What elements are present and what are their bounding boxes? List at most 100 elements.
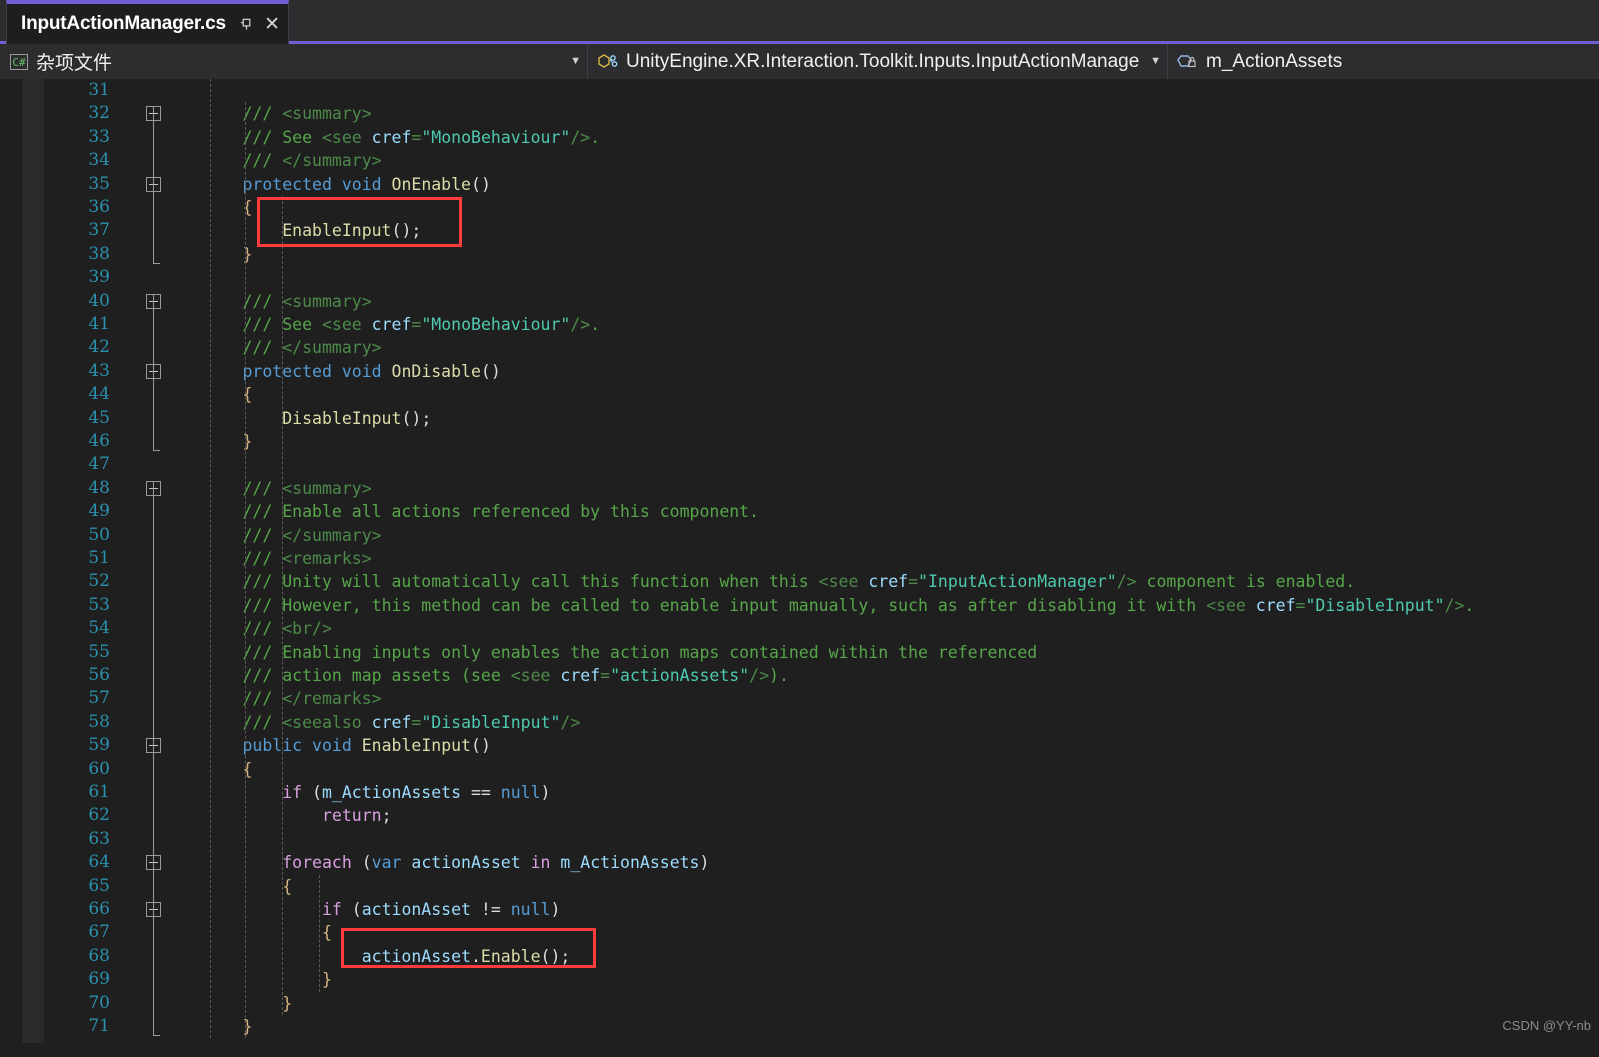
- watermark: CSDN @YY-nb: [1502, 1018, 1591, 1033]
- code-line-text: }: [282, 993, 293, 1013]
- line-number: 53: [88, 594, 110, 615]
- code-line[interactable]: 68 actionAsset.Enable();: [0, 945, 1599, 968]
- code-line[interactable]: 44 {: [0, 383, 1599, 406]
- line-number: 41: [88, 314, 110, 334]
- code-line[interactable]: 45 DisableInput();: [0, 407, 1599, 430]
- navbar-member-dropdown[interactable]: m_ActionAssets: [1168, 44, 1599, 79]
- code-line-text: }: [242, 244, 253, 264]
- code-line[interactable]: 66 if (actionAsset != null): [0, 898, 1599, 921]
- code-line[interactable]: 40 /// <summary>: [0, 290, 1599, 313]
- code-line[interactable]: 38 }: [0, 243, 1599, 266]
- code-line[interactable]: 71 }: [0, 1015, 1599, 1038]
- navbar-type-dropdown[interactable]: UnityEngine.XR.Interaction.Toolkit.Input…: [588, 44, 1168, 79]
- code-line[interactable]: 48 /// <summary>: [0, 477, 1599, 500]
- code-line[interactable]: 42 /// </summary>: [0, 336, 1599, 359]
- chevron-down-icon[interactable]: ▼: [560, 56, 581, 67]
- line-number: 52: [88, 571, 110, 592]
- code-line[interactable]: 50 /// </summary>: [0, 524, 1599, 547]
- code-line[interactable]: 57 /// </remarks>: [0, 687, 1599, 710]
- code-line-text: {: [321, 923, 332, 943]
- code-line-text: protected void OnEnable(): [242, 174, 491, 194]
- code-line[interactable]: 37 EnableInput();: [0, 219, 1599, 242]
- code-line[interactable]: 63: [0, 828, 1599, 851]
- code-line-text: /// action map assets (see <see cref="ac…: [242, 666, 789, 685]
- code-line[interactable]: 35 protected void OnEnable(): [0, 173, 1599, 196]
- code-line[interactable]: 58 /// <seealso cref="DisableInput"/>: [0, 711, 1599, 734]
- line-number: 67: [88, 922, 110, 943]
- line-number: 35: [88, 173, 110, 194]
- close-icon[interactable]: ✕: [264, 15, 280, 34]
- code-line[interactable]: 59 public void EnableInput(): [0, 734, 1599, 757]
- navigation-bar: C# 杂项文件 ▼ UnityEngine.XR.Interaction.Too…: [0, 44, 1599, 79]
- code-line[interactable]: 36 {: [0, 196, 1599, 219]
- code-line-text: actionAsset.Enable();: [361, 946, 571, 966]
- line-number: 56: [88, 665, 110, 685]
- line-number: 42: [88, 337, 110, 358]
- code-line[interactable]: 62 return;: [0, 804, 1599, 827]
- code-line-text: /// <br/>: [242, 619, 332, 639]
- indent-guide: [319, 874, 320, 992]
- code-line[interactable]: 65 {: [0, 875, 1599, 898]
- code-surface[interactable]: 31 32 /// <summary> 33 /// See <see cref="…: [0, 79, 1599, 1057]
- code-line[interactable]: 51 /// <remarks>: [0, 547, 1599, 570]
- line-number: 44: [88, 384, 110, 405]
- code-line[interactable]: 56 /// action map assets (see <see cref=…: [0, 664, 1599, 687]
- code-line-text: /// <seealso cref="DisableInput"/>: [242, 712, 581, 732]
- code-line-text: EnableInput();: [282, 221, 422, 241]
- line-number: 55: [88, 641, 110, 662]
- code-line[interactable]: 60 {: [0, 758, 1599, 781]
- code-line[interactable]: 47: [0, 453, 1599, 476]
- code-line-text: /// </summary>: [242, 338, 382, 358]
- indent-guide: [210, 79, 211, 1039]
- navbar-member-label: m_ActionAssets: [1206, 50, 1343, 72]
- code-line[interactable]: 43 protected void OnDisable(): [0, 360, 1599, 383]
- code-line-text: }: [242, 1017, 253, 1036]
- code-line-text: {: [242, 759, 253, 779]
- line-number: 32: [88, 103, 110, 124]
- code-line[interactable]: 34 /// </summary>: [0, 149, 1599, 172]
- code-line[interactable]: 54 /// <br/>: [0, 617, 1599, 640]
- indent-guide: [282, 196, 283, 1015]
- line-number: 46: [88, 431, 110, 451]
- code-line[interactable]: 49 /// Enable all actions referenced by …: [0, 500, 1599, 523]
- code-line[interactable]: 53 /// However, this method can be calle…: [0, 594, 1599, 617]
- line-number: 36: [88, 197, 110, 217]
- line-number: 70: [88, 992, 110, 1013]
- code-line-text: /// <summary>: [242, 104, 372, 124]
- line-number: 43: [88, 360, 110, 381]
- line-number: 61: [88, 782, 110, 802]
- line-number: 48: [88, 477, 110, 498]
- code-line[interactable]: 67 {: [0, 921, 1599, 944]
- code-line[interactable]: 33 /// See <see cref="MonoBehaviour"/>.: [0, 126, 1599, 149]
- navbar-project-dropdown[interactable]: C# 杂项文件 ▼: [0, 44, 588, 79]
- code-line[interactable]: 39: [0, 266, 1599, 289]
- code-line-text: {: [242, 385, 253, 405]
- code-line[interactable]: 61 if (m_ActionAssets == null): [0, 781, 1599, 804]
- code-line-text: public void EnableInput(): [242, 736, 491, 756]
- editor-tab-input-action-manager[interactable]: InputActionManager.cs ✕: [6, 0, 289, 44]
- code-line[interactable]: 70 }: [0, 992, 1599, 1015]
- code-line[interactable]: 55 /// Enabling inputs only enables the …: [0, 641, 1599, 664]
- code-line[interactable]: 31: [0, 79, 1599, 102]
- code-line-text: /// <remarks>: [242, 549, 372, 568]
- code-line[interactable]: 32 /// <summary>: [0, 102, 1599, 125]
- class-icon: [597, 52, 619, 72]
- chevron-down-icon[interactable]: ▼: [1140, 56, 1161, 67]
- code-line-text: {: [242, 198, 253, 217]
- code-line[interactable]: 69 }: [0, 968, 1599, 991]
- line-number: 49: [88, 501, 110, 522]
- code-line[interactable]: 52 /// Unity will automatically call thi…: [0, 570, 1599, 593]
- svg-text:C#: C#: [12, 56, 26, 69]
- line-number: 54: [88, 618, 110, 639]
- line-number: 58: [88, 711, 110, 732]
- pin-icon[interactable]: [239, 17, 254, 32]
- code-line-text: }: [242, 432, 253, 451]
- code-line[interactable]: 64 foreach (var actionAsset in m_ActionA…: [0, 851, 1599, 874]
- line-number: 62: [88, 805, 110, 826]
- code-line-text: /// </remarks>: [242, 689, 382, 709]
- line-number: 47: [88, 454, 110, 475]
- code-line[interactable]: 46 }: [0, 430, 1599, 453]
- line-number: 71: [88, 1016, 110, 1036]
- code-editor[interactable]: 31 32 /// <summary> 33 /// See <see cref="…: [0, 79, 1599, 1057]
- code-line[interactable]: 41 /// See <see cref="MonoBehaviour"/>.: [0, 313, 1599, 336]
